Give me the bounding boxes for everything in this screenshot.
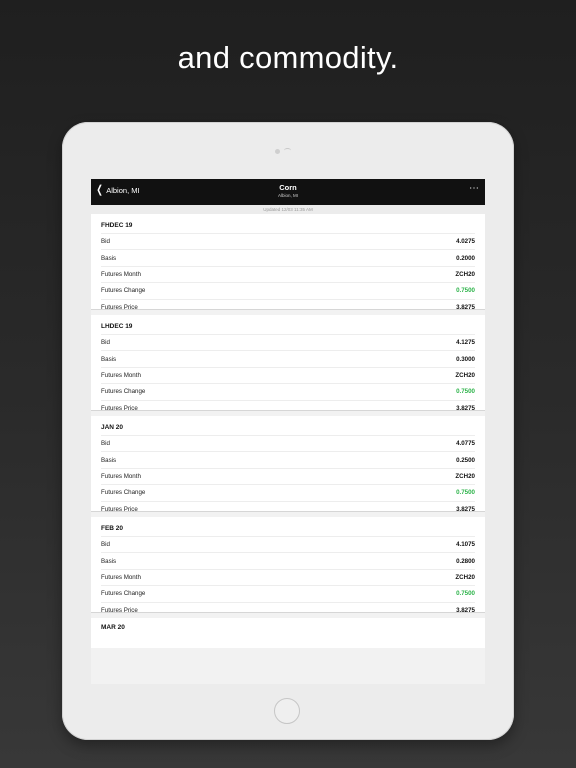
futures-price-value: 3.8275 bbox=[456, 303, 475, 311]
bid-label: Bid bbox=[101, 541, 110, 549]
futures-change-label: Futures Change bbox=[101, 287, 146, 295]
navigation-bar: ❮ Albion, MI Corn Albion, MI ⋯ bbox=[91, 179, 485, 205]
page-subtitle: Albion, MI bbox=[277, 193, 298, 198]
delivery-period-title: FEB 20 bbox=[101, 525, 124, 532]
delivery-period-title: LHDEC 19 bbox=[101, 323, 133, 330]
bid-row: Bid 4.0275 bbox=[101, 233, 475, 249]
app-screen: ❮ Albion, MI Corn Albion, MI ⋯ Updated 1… bbox=[91, 179, 485, 684]
futures-month-label: Futures Month bbox=[101, 573, 141, 581]
delivery-period-title: FHDEC 19 bbox=[101, 222, 133, 229]
back-button[interactable]: ❮ Albion, MI bbox=[95, 184, 140, 196]
futures-month-value: ZCH20 bbox=[455, 371, 475, 379]
futures-price-row: Futures Price 3.8275 bbox=[101, 601, 475, 618]
futures-month-row: Futures Month ZCH20 bbox=[101, 366, 475, 383]
basis-row: Basis 0.2500 bbox=[101, 451, 475, 467]
futures-month-row: Futures Month ZCH20 bbox=[101, 568, 475, 585]
bid-card: FEB 20 Bid 4.1075 Basis 0.2800 Futures M… bbox=[91, 517, 485, 614]
bid-value: 4.0275 bbox=[456, 238, 475, 246]
basis-label: Basis bbox=[101, 355, 117, 363]
delivery-period-title: JAN 20 bbox=[101, 424, 124, 431]
bid-card-partial: MAR 20 bbox=[91, 618, 485, 648]
basis-label: Basis bbox=[101, 456, 117, 464]
futures-change-value: 0.7500 bbox=[456, 388, 475, 396]
futures-price-label: Futures Price bbox=[101, 505, 138, 513]
bid-card: JAN 20 Bid 4.0775 Basis 0.2500 Futures M… bbox=[91, 416, 485, 513]
page-title: Corn bbox=[279, 183, 297, 192]
basis-row: Basis 0.2000 bbox=[101, 249, 475, 265]
futures-month-row: Futures Month ZCH20 bbox=[101, 467, 475, 484]
basis-value: 0.2800 bbox=[456, 557, 475, 565]
futures-month-value: ZCH20 bbox=[455, 573, 475, 581]
sensor-dot bbox=[284, 148, 291, 153]
bid-label: Bid bbox=[101, 440, 110, 448]
futures-change-label: Futures Change bbox=[101, 388, 146, 396]
futures-change-row: Futures Change 0.7500 bbox=[101, 282, 475, 298]
futures-price-row: Futures Price 3.8275 bbox=[101, 500, 475, 517]
futures-change-label: Futures Change bbox=[101, 590, 146, 598]
futures-month-label: Futures Month bbox=[101, 270, 141, 278]
futures-change-value: 0.7500 bbox=[456, 489, 475, 497]
futures-price-label: Futures Price bbox=[101, 404, 138, 412]
chevron-left-icon: ❮ bbox=[96, 184, 103, 196]
bid-card: FHDEC 19 Bid 4.0275 Basis 0.2000 Futures… bbox=[91, 214, 485, 311]
ipad-frame: ❮ Albion, MI Corn Albion, MI ⋯ Updated 1… bbox=[62, 122, 514, 740]
basis-value: 0.2000 bbox=[456, 254, 475, 262]
futures-price-value: 3.8275 bbox=[456, 505, 475, 513]
bid-row: Bid 4.1275 bbox=[101, 334, 475, 350]
bid-label: Bid bbox=[101, 339, 110, 347]
futures-month-label: Futures Month bbox=[101, 472, 141, 480]
futures-month-label: Futures Month bbox=[101, 371, 141, 379]
futures-change-row: Futures Change 0.7500 bbox=[101, 383, 475, 399]
home-button[interactable] bbox=[274, 698, 300, 724]
bid-label: Bid bbox=[101, 238, 110, 246]
bid-row: Bid 4.0775 bbox=[101, 435, 475, 451]
basis-row: Basis 0.2800 bbox=[101, 552, 475, 568]
more-options-icon[interactable]: ⋯ bbox=[469, 183, 479, 194]
basis-value: 0.3000 bbox=[456, 355, 475, 363]
basis-row: Basis 0.3000 bbox=[101, 350, 475, 366]
bid-row: Bid 4.1075 bbox=[101, 536, 475, 552]
futures-price-value: 3.8275 bbox=[456, 606, 475, 614]
futures-price-label: Futures Price bbox=[101, 606, 138, 614]
bid-card: LHDEC 19 Bid 4.1275 Basis 0.3000 Futures… bbox=[91, 315, 485, 412]
futures-change-row: Futures Change 0.7500 bbox=[101, 484, 475, 500]
futures-price-row: Futures Price 3.8275 bbox=[101, 399, 475, 416]
delivery-period-title: MAR 20 bbox=[101, 624, 125, 631]
futures-price-label: Futures Price bbox=[101, 303, 138, 311]
basis-label: Basis bbox=[101, 557, 117, 565]
futures-price-row: Futures Price 3.8275 bbox=[101, 298, 475, 315]
bid-card-list[interactable]: FHDEC 19 Bid 4.0275 Basis 0.2000 Futures… bbox=[91, 214, 485, 648]
camera-dot bbox=[275, 149, 280, 154]
futures-change-value: 0.7500 bbox=[456, 287, 475, 295]
bid-value: 4.1275 bbox=[456, 339, 475, 347]
futures-price-value: 3.8275 bbox=[456, 404, 475, 412]
futures-change-row: Futures Change 0.7500 bbox=[101, 585, 475, 601]
futures-change-value: 0.7500 bbox=[456, 590, 475, 598]
futures-month-row: Futures Month ZCH20 bbox=[101, 265, 475, 282]
basis-value: 0.2500 bbox=[456, 456, 475, 464]
futures-change-label: Futures Change bbox=[101, 489, 146, 497]
bid-value: 4.0775 bbox=[456, 440, 475, 448]
last-updated-text: Updated 12/03 11:35 AM bbox=[91, 205, 485, 214]
futures-month-value: ZCH20 bbox=[455, 270, 475, 278]
basis-label: Basis bbox=[101, 254, 117, 262]
headline: and commodity. bbox=[177, 40, 399, 75]
bid-value: 4.1075 bbox=[456, 541, 475, 549]
futures-month-value: ZCH20 bbox=[455, 472, 475, 480]
back-button-label: Albion, MI bbox=[106, 185, 140, 195]
